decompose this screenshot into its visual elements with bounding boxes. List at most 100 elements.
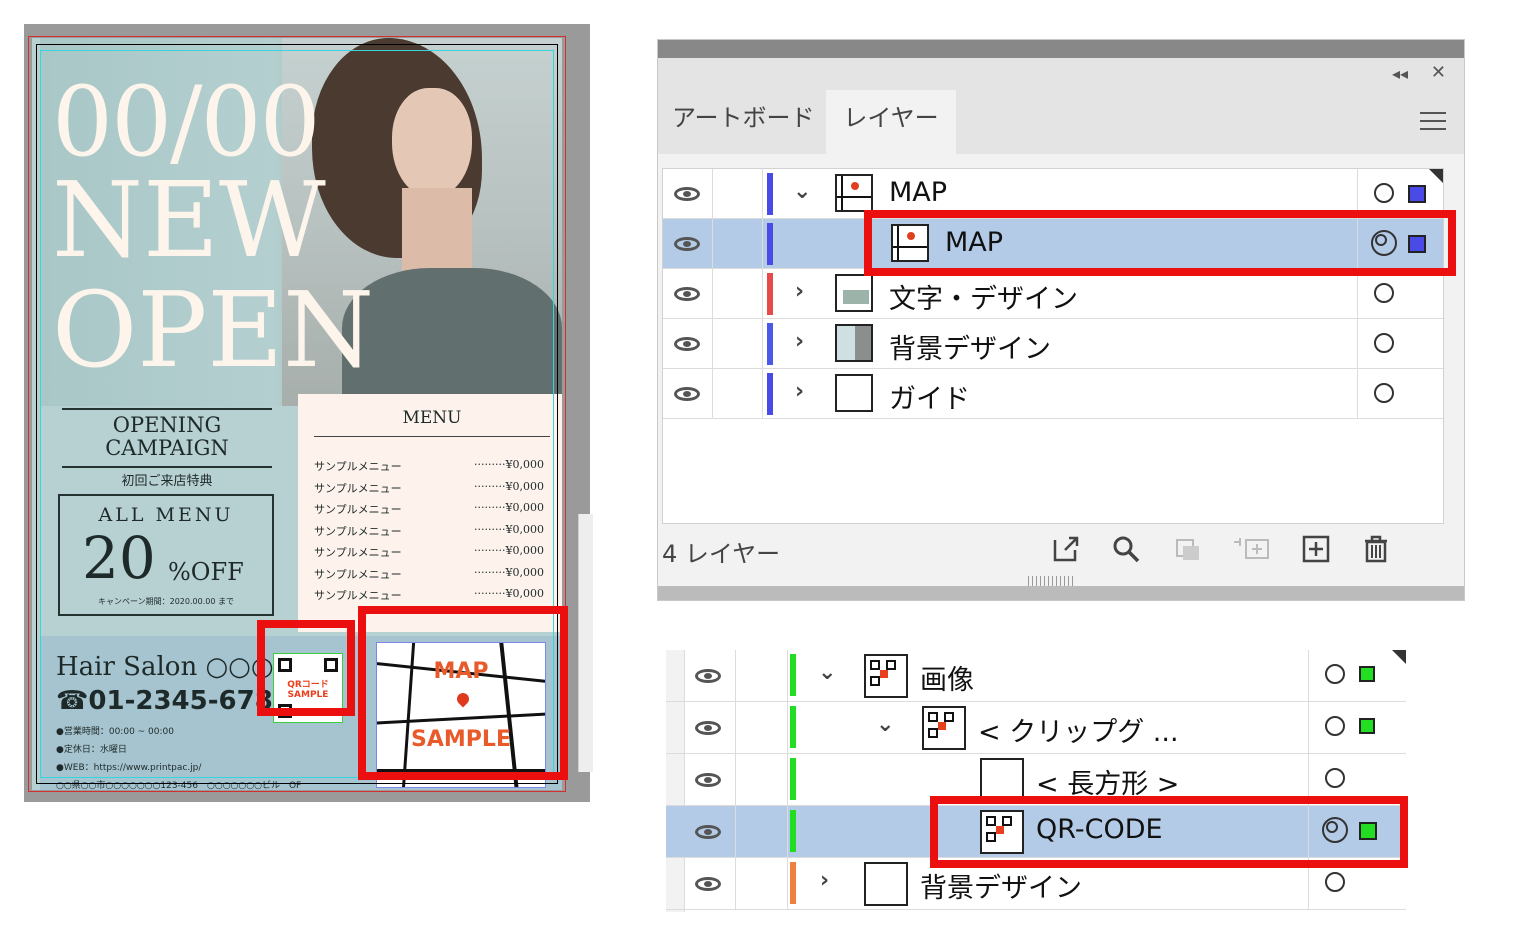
headline-date[interactable]: 00/00 [52, 74, 321, 170]
visibility-toggle[interactable] [663, 369, 713, 419]
visibility-toggle[interactable] [684, 754, 736, 806]
layer-name[interactable]: 背景デザイン [920, 866, 1082, 905]
salon-closed-day[interactable]: ●定休日：水曜日 [56, 742, 127, 755]
lock-toggle[interactable] [713, 369, 763, 419]
headline-open[interactable]: OPEN [52, 278, 374, 382]
layer-name[interactable]: 背景デザイン [889, 327, 1051, 366]
artboard-canvas[interactable]: 00/00 NEW OPEN OPENING CAMPAIGN 初回ご来店特典 … [24, 24, 590, 802]
salon-web[interactable]: ●WEB：https://www.printpac.jp/ [56, 760, 201, 773]
new-layer-icon[interactable] [1300, 534, 1332, 566]
salon-address[interactable]: ○○県○○市○○○○○○○123-456 ○○○○○○○ビル OF [56, 778, 301, 790]
visibility-toggle[interactable] [663, 269, 713, 319]
visibility-toggle[interactable] [663, 319, 713, 369]
layers-panel-detail[interactable]: ⌄ 画像 ⌄ < クリップグ ... < 長方形 > QR-CODE › 背景デ… [666, 650, 1406, 912]
discount-box[interactable]: ALL MENU 20 %OFF キャンペーン期間：2020.00.00 まで [58, 494, 274, 616]
chevron-down-icon[interactable]: ⌄ [876, 712, 894, 737]
target-cell[interactable] [1308, 650, 1406, 702]
selection-square-icon[interactable] [1359, 666, 1375, 682]
panel-title-bar[interactable] [658, 58, 1464, 90]
selection-square-icon[interactable] [1408, 185, 1426, 203]
salon-hours[interactable]: ●営業時間：00:00 ~ 00:00 [56, 724, 174, 737]
lock-toggle[interactable] [736, 650, 788, 702]
target-circle-icon[interactable] [1325, 664, 1345, 684]
chevron-down-icon[interactable]: ⌄ [793, 179, 811, 204]
panel-top-bar[interactable] [658, 40, 1464, 58]
lock-toggle[interactable] [736, 702, 788, 754]
target-double-circle-icon[interactable] [1371, 230, 1397, 256]
visibility-toggle[interactable] [684, 650, 736, 702]
layer-name[interactable]: MAP [945, 227, 1003, 258]
target-cell[interactable] [1308, 858, 1406, 910]
layer-row-image[interactable]: ⌄ 画像 [666, 650, 1406, 702]
layer-name[interactable]: < 長方形 > [1036, 762, 1179, 801]
close-icon[interactable]: ✕ [1431, 62, 1446, 83]
target-cell[interactable] [1308, 754, 1406, 806]
target-double-circle-icon[interactable] [1322, 817, 1348, 843]
campaign-title[interactable]: OPENING CAMPAIGN [62, 414, 272, 460]
clipping-mask-icon[interactable] [1172, 534, 1204, 566]
target-cell[interactable] [1357, 319, 1443, 369]
layer-row-clip-group[interactable]: ⌄ < クリップグ ... [666, 702, 1406, 754]
lock-toggle[interactable] [713, 169, 763, 219]
target-cell[interactable] [1308, 806, 1406, 858]
visibility-toggle[interactable] [663, 219, 713, 269]
target-cell[interactable] [1357, 169, 1443, 219]
layer-row-rectangle[interactable]: < 長方形 > [666, 754, 1406, 806]
target-circle-icon[interactable] [1374, 383, 1394, 403]
layer-list[interactable]: ⌄ MAP MAP › 文字・デザイン › 背景デザイン › ガイド [662, 168, 1444, 524]
flyer-artwork[interactable]: 00/00 NEW OPEN OPENING CAMPAIGN 初回ご来店特典 … [32, 38, 562, 790]
sublayer-list[interactable]: ⌄ 画像 ⌄ < クリップグ ... < 長方形 > QR-CODE › 背景デ… [666, 650, 1406, 912]
tab-layers[interactable]: レイヤー [826, 90, 956, 154]
target-circle-icon[interactable] [1374, 333, 1394, 353]
new-sublayer-icon[interactable] [1230, 534, 1274, 566]
chevron-right-icon[interactable]: › [795, 279, 804, 304]
selection-square-icon[interactable] [1359, 718, 1375, 734]
chevron-right-icon[interactable]: › [795, 379, 804, 404]
layer-name[interactable]: MAP [889, 177, 947, 208]
salon-phone[interactable]: ☎01-2345-6789 [56, 686, 291, 716]
resize-grip[interactable] [1028, 576, 1074, 586]
layer-name[interactable]: QR-CODE [1036, 814, 1163, 845]
headline-new[interactable]: NEW [52, 168, 326, 272]
layers-panel[interactable]: ◂◂ ✕ アートボード レイヤー ⌄ MAP MAP › 文字・デザイン › 背… [658, 40, 1464, 600]
selection-square-icon[interactable] [1359, 822, 1377, 840]
lock-toggle[interactable] [736, 806, 788, 858]
qr-code-image[interactable]: QRコード SAMPLE [273, 653, 343, 723]
chevron-right-icon[interactable]: › [795, 329, 804, 354]
lock-toggle[interactable] [736, 858, 788, 910]
map-image[interactable]: MAP SAMPLE [376, 642, 546, 788]
lock-toggle[interactable] [736, 754, 788, 806]
target-cell[interactable] [1357, 219, 1443, 269]
salon-name[interactable]: Hair Salon ○○○ [56, 652, 274, 682]
target-circle-icon[interactable] [1325, 768, 1345, 788]
layer-row-qr-code[interactable]: QR-CODE [666, 806, 1406, 858]
visibility-toggle[interactable] [663, 169, 713, 219]
layer-name[interactable]: 文字・デザイン [889, 277, 1078, 316]
search-icon[interactable] [1110, 534, 1142, 566]
lock-toggle[interactable] [713, 319, 763, 369]
layer-row-background-design[interactable]: › 背景デザイン [666, 858, 1406, 910]
target-circle-icon[interactable] [1325, 872, 1345, 892]
visibility-toggle[interactable] [684, 702, 736, 754]
layer-name[interactable]: ガイド [889, 377, 970, 416]
tab-artboard[interactable]: アートボード [658, 90, 829, 154]
lock-toggle[interactable] [713, 269, 763, 319]
chevron-right-icon[interactable]: › [820, 868, 829, 893]
chevron-down-icon[interactable]: ⌄ [818, 660, 836, 685]
layer-row-background-design[interactable]: › 背景デザイン [663, 319, 1443, 369]
layer-row-guide[interactable]: › ガイド [663, 369, 1443, 419]
campaign-subtitle[interactable]: 初回ご来店特典 [62, 470, 272, 489]
trash-icon[interactable] [1360, 534, 1392, 566]
target-circle-icon[interactable] [1325, 716, 1345, 736]
target-cell[interactable] [1308, 702, 1406, 754]
target-circle-icon[interactable] [1374, 183, 1394, 203]
target-cell[interactable] [1357, 269, 1443, 319]
visibility-toggle[interactable] [684, 858, 736, 910]
layer-row-text-design[interactable]: › 文字・デザイン [663, 269, 1443, 319]
target-circle-icon[interactable] [1374, 283, 1394, 303]
panel-menu-icon[interactable] [1420, 106, 1446, 136]
lock-toggle[interactable] [713, 219, 763, 269]
collapse-icon[interactable]: ◂◂ [1392, 64, 1408, 83]
layer-name[interactable]: < クリップグ ... [978, 710, 1179, 749]
visibility-toggle[interactable] [684, 806, 736, 858]
